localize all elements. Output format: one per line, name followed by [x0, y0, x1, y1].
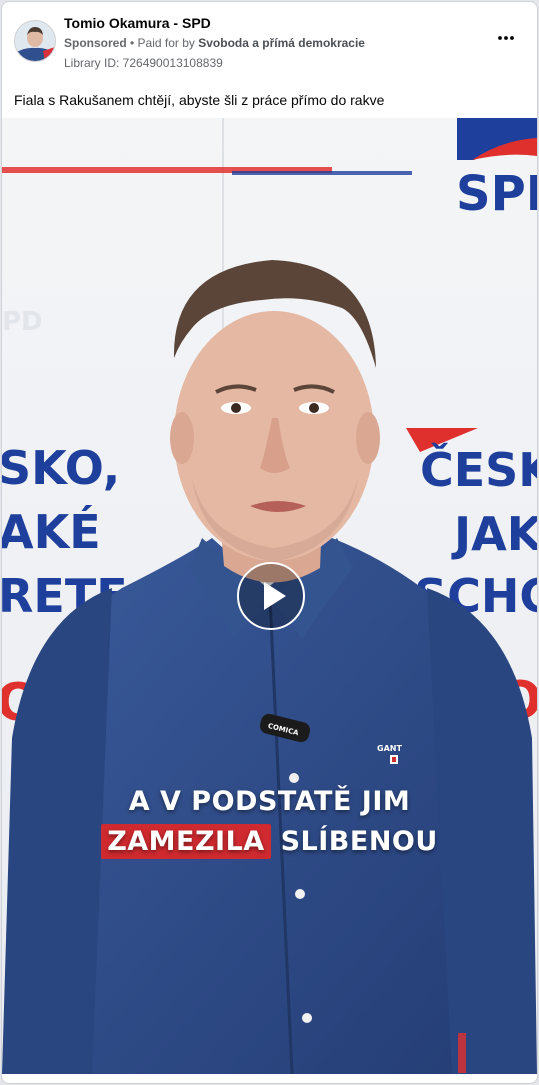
three-dots-icon [498, 36, 514, 40]
subtitle-rest: SLÍBENOU [270, 826, 438, 857]
video-player[interactable]: SPD PD SKO, AKÉ RETE O ČESK JAK SCHC O [2, 118, 537, 1074]
post-header: Tomio Okamura - SPD Sponsored • Paid for… [2, 2, 537, 86]
subtitle-highlight: ZAMEZILA [101, 824, 271, 859]
play-icon [264, 582, 286, 610]
avatar[interactable] [14, 20, 56, 62]
subtitle-line-2: ZAMEZILA SLÍBENOU [2, 824, 537, 859]
svg-text:SKO,: SKO, [2, 441, 120, 495]
more-options-button[interactable] [495, 30, 517, 46]
svg-text:PD: PD [2, 307, 43, 337]
svg-text:AKÉ: AKÉ [2, 505, 101, 559]
post-caption: Fiala s Rakušanem chtějí, abyste šli z p… [14, 92, 385, 108]
ad-card: Tomio Okamura - SPD Sponsored • Paid for… [1, 1, 538, 1084]
play-button[interactable] [237, 562, 305, 630]
sponsor-line: Sponsored • Paid for by Svoboda a přímá … [64, 36, 365, 50]
page-name[interactable]: Tomio Okamura - SPD [64, 15, 211, 31]
svg-text:JAK: JAK [451, 507, 537, 561]
subtitle-line-1: A V PODSTATĚ JIM [128, 786, 411, 817]
svg-text:GANT: GANT [377, 744, 402, 753]
library-id: Library ID: 726490013108839 [64, 56, 223, 70]
payer-link[interactable]: Svoboda a přímá demokracie [198, 36, 365, 50]
sponsored-label: Sponsored [64, 36, 127, 50]
svg-text:SPD: SPD [456, 166, 537, 222]
paid-for-text: • Paid for by [126, 36, 199, 50]
svg-text:ČESK: ČESK [420, 443, 537, 497]
spd-logo: SPD [456, 118, 537, 222]
